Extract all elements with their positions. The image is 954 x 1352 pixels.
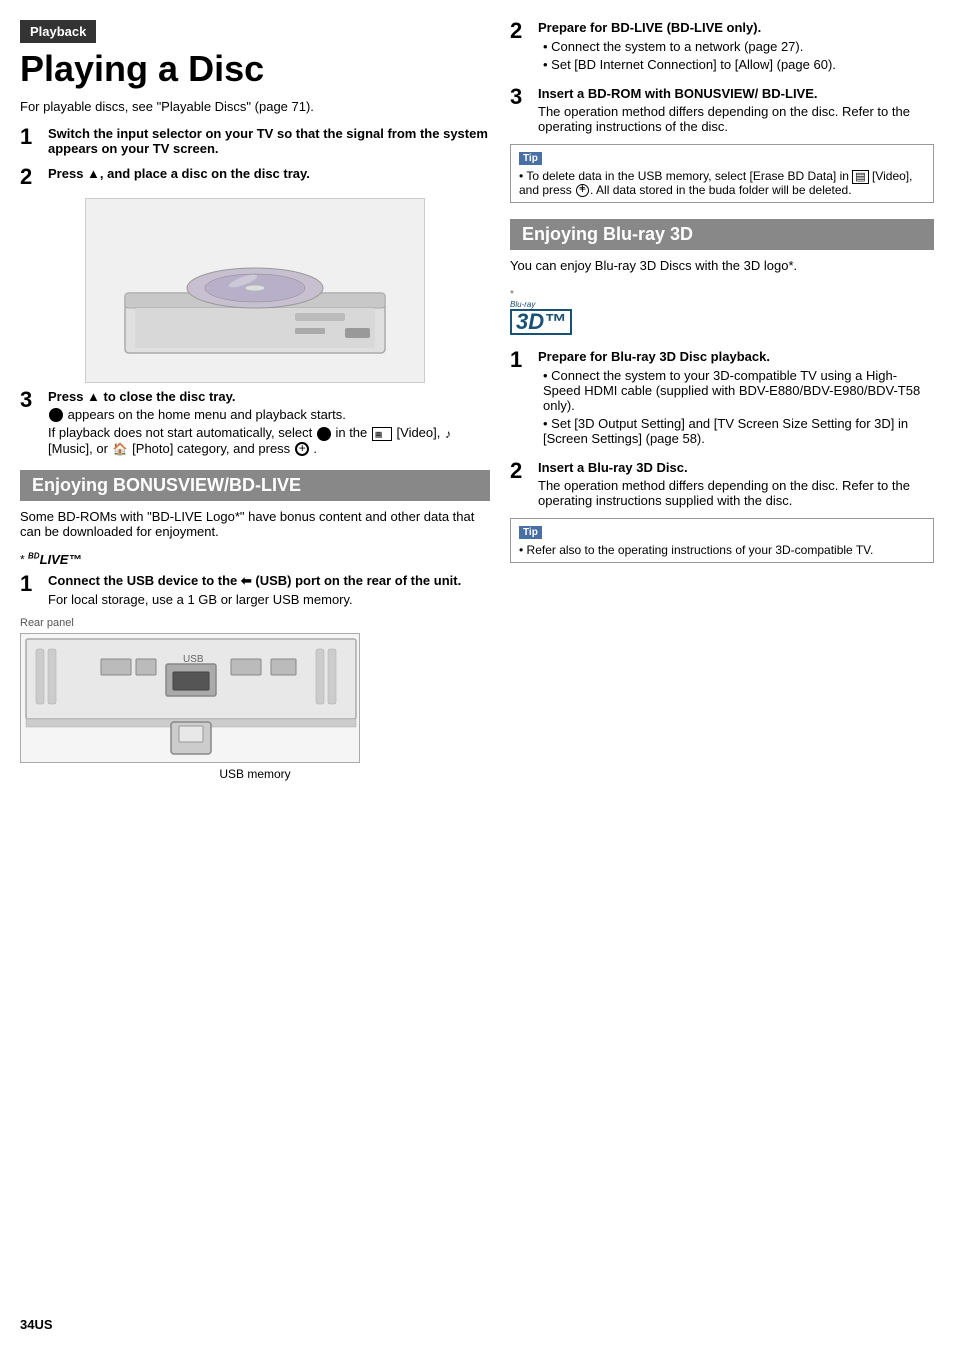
photo-icon: 🏠 xyxy=(113,442,128,456)
bluray3d-step-1-title: Prepare for Blu-ray 3D Disc playback. xyxy=(538,349,934,364)
bullet-item: Set [BD Internet Connection] to [Allow] … xyxy=(543,57,934,72)
disc-image xyxy=(85,198,425,383)
music-icon: ♪ xyxy=(445,427,451,441)
right-column: 2 Prepare for BD-LIVE (BD-LIVE only). Co… xyxy=(500,20,934,1332)
bonusview-intro: Some BD-ROMs with "BD-LIVE Logo*" have b… xyxy=(20,509,490,539)
bluray3d-step-2-content: Insert a Blu-ray 3D Disc. The operation … xyxy=(538,460,934,508)
rear-panel-illustration: USB xyxy=(21,634,360,763)
bluray3d-section-header: Enjoying Blu-ray 3D xyxy=(510,219,934,250)
bluray-text: Blu-ray xyxy=(510,300,572,309)
video-icon: ▤ xyxy=(372,427,392,441)
bluray3d-step-1-num: 1 xyxy=(510,349,530,371)
bonusview-tip-text: • To delete data in the USB memory, sele… xyxy=(519,169,925,197)
bullet-item: Set [3D Output Setting] and [TV Screen S… xyxy=(543,416,934,446)
playback-label: Playback xyxy=(20,20,96,43)
bluray3d-tip-text: • Refer also to the operating instructio… xyxy=(519,543,925,557)
plus-icon: + xyxy=(576,184,589,197)
right-step-2-bullets: Connect the system to a network (page 27… xyxy=(538,39,934,72)
step-3-content: Press ▲ to close the disc tray. appears … xyxy=(48,389,490,457)
usb-memory-label: USB memory xyxy=(20,767,490,781)
bonusview-step-1: 1 Connect the USB device to the ⬅ (USB) … xyxy=(20,573,490,607)
home-circle-icon xyxy=(49,408,63,422)
bonusview-tip-box: Tip • To delete data in the USB memory, … xyxy=(510,144,934,203)
bullet-item: Connect the system to your 3D-compatible… xyxy=(543,368,934,413)
tip-label: Tip xyxy=(519,152,542,165)
svg-text:USB: USB xyxy=(183,654,204,665)
bonusview-step-1-content: Connect the USB device to the ⬅ (USB) po… xyxy=(48,573,490,607)
bluray-3d-logo-block: * Blu-ray 3D™ xyxy=(510,285,572,335)
bluray3d-intro: You can enjoy Blu-ray 3D Discs with the … xyxy=(510,258,934,273)
bonusview-step-1-body: For local storage, use a 1 GB or larger … xyxy=(48,592,490,607)
bluray3d-step-1-bullets: Connect the system to your 3D-compatible… xyxy=(538,368,934,446)
bd-live-logo: BDLIVE™ xyxy=(28,552,81,567)
step-1: 1 Switch the input selector on your TV s… xyxy=(20,126,490,156)
bluray3d-step-2: 2 Insert a Blu-ray 3D Disc. The operatio… xyxy=(510,460,934,508)
step-3-body2: If playback does not start automatically… xyxy=(48,425,490,456)
right-step-3-body: The operation method differs depending o… xyxy=(538,104,934,134)
right-bonusview-step-3: 3 Insert a BD-ROM with BONUSVIEW/ BD-LIV… xyxy=(510,86,934,134)
bluray3d-step-2-body: The operation method differs depending o… xyxy=(538,478,934,508)
rear-panel-label: Rear panel xyxy=(20,617,490,629)
step-2-content: Press ▲, and place a disc on the disc tr… xyxy=(48,166,490,181)
bluray3d-tip-box: Tip • Refer also to the operating instru… xyxy=(510,518,934,563)
step-3: 3 Press ▲ to close the disc tray. appear… xyxy=(20,389,490,457)
page-title: Playing a Disc xyxy=(20,49,490,89)
disc-illustration xyxy=(95,203,415,378)
bluray3d-step-2-title: Insert a Blu-ray 3D Disc. xyxy=(538,460,934,475)
right-bonusview-step-2: 2 Prepare for BD-LIVE (BD-LIVE only). Co… xyxy=(510,20,934,76)
bluray3d-step-1: 1 Prepare for Blu-ray 3D Disc playback. … xyxy=(510,349,934,450)
step-3-body1: appears on the home menu and playback st… xyxy=(48,407,490,423)
bonusview-step-1-num: 1 xyxy=(20,573,40,595)
step-2: 2 Press ▲, and place a disc on the disc … xyxy=(20,166,490,188)
left-column: Playback Playing a Disc For playable dis… xyxy=(20,20,490,1332)
step-3-num: 3 xyxy=(20,389,40,411)
right-step-2-title: Prepare for BD-LIVE (BD-LIVE only). xyxy=(538,20,934,35)
rear-panel-image: USB xyxy=(20,633,360,763)
step-1-num: 1 xyxy=(20,126,40,148)
step-3-title: Press ▲ to close the disc tray. xyxy=(48,389,490,404)
right-step-2-content: Prepare for BD-LIVE (BD-LIVE only). Conn… xyxy=(538,20,934,76)
right-step-3-num: 3 xyxy=(510,86,530,108)
intro-text: For playable discs, see "Playable Discs"… xyxy=(20,99,490,114)
bullet-item: Connect the system to a network (page 27… xyxy=(543,39,934,54)
step-2-title: Press ▲, and place a disc on the disc tr… xyxy=(48,166,490,181)
bluray3d-step-2-num: 2 xyxy=(510,460,530,482)
3d-logo-text: 3D™ xyxy=(510,309,572,335)
step-1-title: Switch the input selector on your TV so … xyxy=(48,126,490,156)
enter-circle-icon xyxy=(295,442,309,456)
right-step-3-content: Insert a BD-ROM with BONUSVIEW/ BD-LIVE.… xyxy=(538,86,934,134)
tip-label-2: Tip xyxy=(519,526,542,539)
bonusview-section-header: Enjoying BONUSVIEW/BD-LIVE xyxy=(20,470,490,501)
step-1-content: Switch the input selector on your TV so … xyxy=(48,126,490,156)
page-number: 34US xyxy=(20,1317,53,1332)
step-2-num: 2 xyxy=(20,166,40,188)
bluray3d-step-1-content: Prepare for Blu-ray 3D Disc playback. Co… xyxy=(538,349,934,450)
right-step-3-title: Insert a BD-ROM with BONUSVIEW/ BD-LIVE. xyxy=(538,86,934,101)
right-step-2-num: 2 xyxy=(510,20,530,42)
bd-live-logo-line: * BDLIVE™ xyxy=(20,551,490,566)
video-icon-inline: ▤ xyxy=(852,170,868,184)
bonusview-step-1-title: Connect the USB device to the ⬅ (USB) po… xyxy=(48,573,490,589)
select-circle-icon xyxy=(317,427,331,441)
